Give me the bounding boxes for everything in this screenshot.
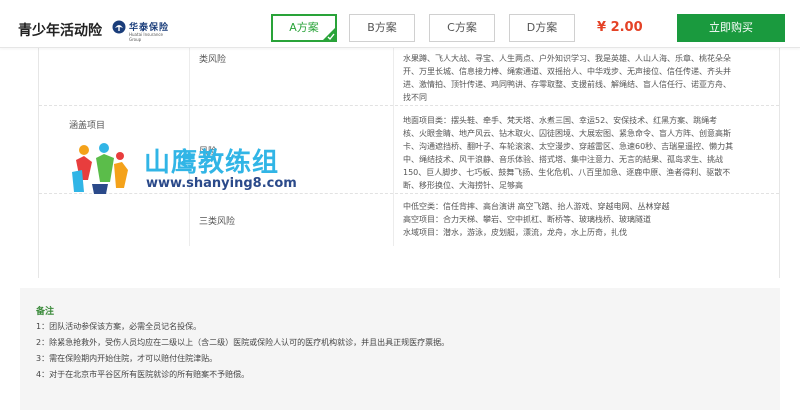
- watermark-url: www.shanying8.com: [146, 176, 297, 191]
- risk-items-text: 中低空类：信任背摔、高台演讲 高空飞踏、抬人游戏、穿越电网、丛林穿越 高空项目：…: [403, 200, 769, 239]
- notes-title: 备注: [36, 307, 55, 317]
- plan-tab-b[interactable]: B方案: [349, 14, 415, 42]
- product-title: 青少年活动险: [18, 23, 102, 39]
- text-line: 150、巨人脚步、七巧板、鼓舞飞扬、生化危机、八百里加急、逐鹿中原、渔者得利、驱…: [403, 168, 731, 177]
- product-header: 青少年活动险 华泰保险 Huatai Insurance Group A方案 B…: [0, 0, 800, 48]
- risk-items-text: 水果蹲、飞人大战、寻宝、人生两点、户外知识学习、我是英雄、人山人海、乐章、桃花朵…: [403, 52, 769, 104]
- notes-panel: 备注 1：团队活动参保该方案，必需全员记名投保。 2：除紧急抢救外，受伤人员均应…: [20, 288, 780, 410]
- text-line: 进、激情拍、顶针传递、鸡同鸭讲、存零取整、支援前线、解绳结、盲人信任行、诺亚方舟…: [403, 80, 731, 89]
- huatai-logo-icon: [112, 20, 126, 34]
- watermark-text: 山鹰教练组: [144, 148, 280, 178]
- text-line: 核、火眼金睛、地产风云、钻木取火、囚徒困境、大展宏图、紧急命令、盲人方阵、创意高…: [403, 129, 731, 138]
- people-figures-icon: [72, 143, 128, 194]
- text-line: 找不同: [403, 93, 427, 102]
- text-line: 开、万里长城、信息接力棒、绳索通道、双摇抬人、中华戏步、无声接位、信任传递、齐头…: [403, 67, 731, 76]
- text-line: 水果蹲、飞人大战、寻宝、人生两点、户外知识学习、我是英雄、人山人海、乐章、桃花朵…: [403, 54, 731, 63]
- text-line: 断、移形换位、大海捞针、足够高: [403, 181, 523, 190]
- text-line: 中、绳结技术、风干浪静、音乐体验、搭式塔、集中注意力、无言的結果、孤岛求生、挑战: [403, 155, 723, 164]
- selected-check-icon: [322, 27, 336, 41]
- note-item: 1：团队活动参保该方案，必需全员记名投保。: [36, 322, 202, 331]
- text-line: 卡、沟通遮挡桥、翻叶子、车轮滚滚、太空漫步、穿越雷区、急速60秒、吉瑞星遥控、懒…: [403, 142, 734, 151]
- table-row: 三类风险 中低空类：信任背摔、高台演讲 高空飞踏、抬人游戏、穿越电网、丛林穿越 …: [39, 194, 779, 246]
- buy-now-button[interactable]: 立即购买: [677, 14, 785, 42]
- note-item: 3：需在保险期内开始住院，才可以赔付住院津贴。: [36, 354, 218, 363]
- text-line: 高空项目：合力天梯、攀岩、空中抓杠、断桥等、玻璃栈桥、玻璃隧道: [403, 215, 651, 224]
- insurer-logo: 华泰保险 Huatai Insurance Group: [112, 19, 174, 42]
- price: ¥ 2.00: [597, 20, 643, 35]
- plan-tab-a[interactable]: A方案: [271, 14, 337, 42]
- risk-category-label: 类风险: [199, 55, 227, 65]
- watermark: 山鹰教练组 www.shanying8.com: [70, 140, 310, 196]
- risk-items-text: 地面项目类：摆头鞋、牵手、梵天塔、水煮三国、幸运52、安保技术、红黑方案、跳绳考…: [403, 114, 769, 192]
- note-item: 2：除紧急抢救外，受伤人员均应在二级以上（含二级）医院或保险人认可的医疗机构就诊…: [36, 338, 450, 347]
- text-line: 地面项目类：摆头鞋、牵手、梵天塔、水煮三国、幸运52、安保技术、红黑方案、跳绳考: [403, 116, 718, 125]
- text-line: 水域项目：潜水，游泳，皮划艇，漂流，龙舟，水上历奇，扎伐: [403, 228, 627, 237]
- note-item: 4：对于在北京市平谷区所有医院就诊的所有赔案不予赔偿。: [36, 370, 250, 379]
- text-line: 中低空类：信任背摔、高台演讲 高空飞踏、抬人游戏、穿越电网、丛林穿越: [403, 202, 670, 211]
- plan-tab-d[interactable]: D方案: [509, 14, 575, 42]
- plan-tab-c[interactable]: C方案: [429, 14, 495, 42]
- risk-category-label: 三类风险: [199, 217, 236, 227]
- page: 涵盖项目 类风险 水果蹲、飞人大战、寻宝、人生两点、户外知识学习、我是英雄、人山…: [0, 0, 800, 410]
